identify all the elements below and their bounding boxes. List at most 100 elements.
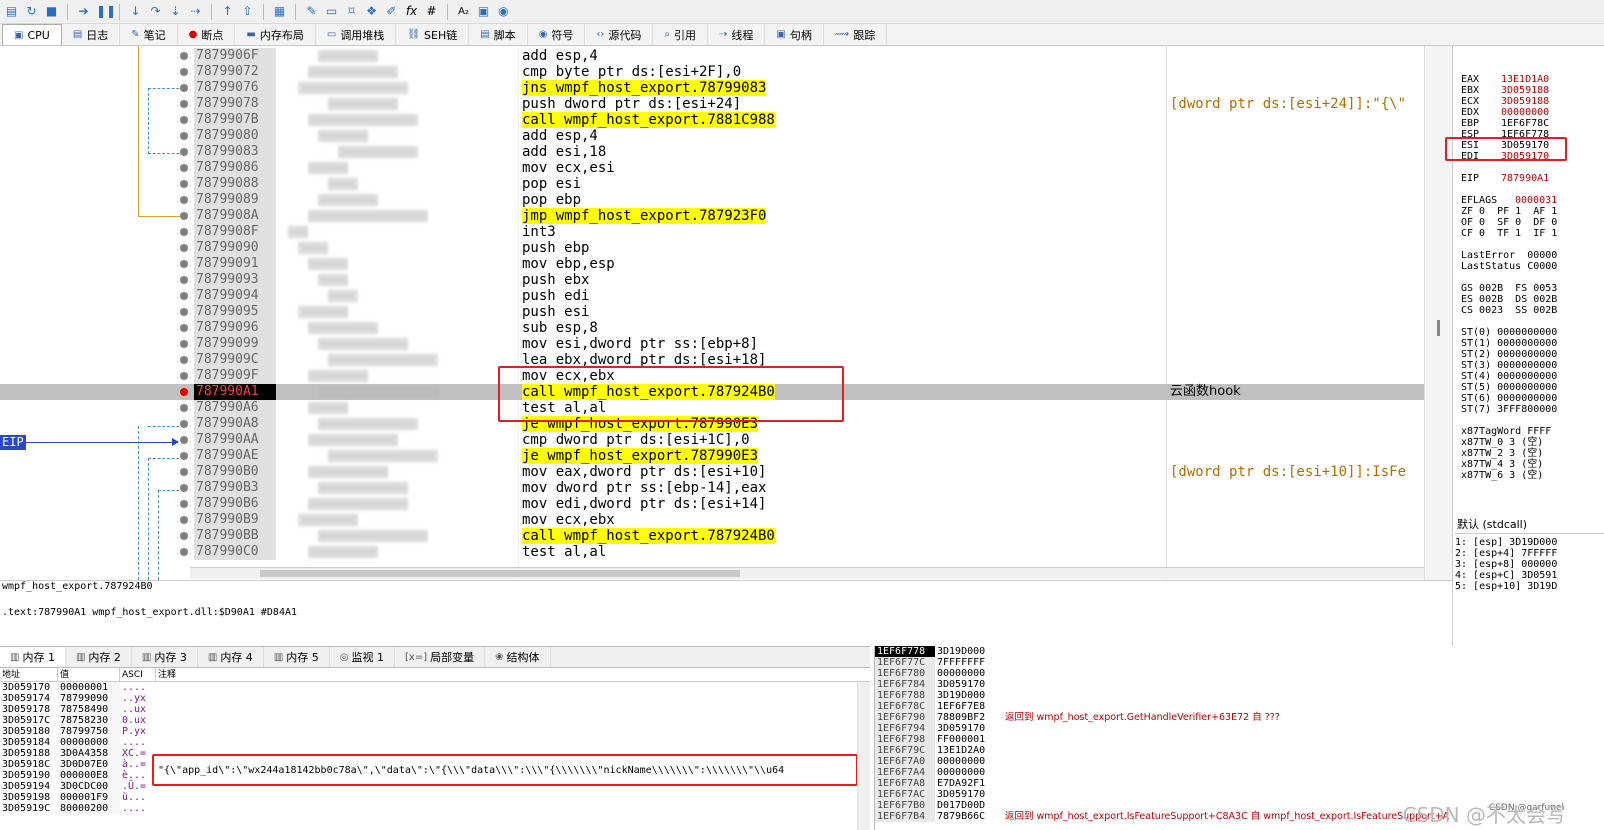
x87-tag-row[interactable]: x87TW_4 3 (空) [1461, 459, 1604, 470]
breakpoint-dot-icon[interactable] [180, 132, 188, 140]
disasm-row[interactable]: 7879907B call wmpf_host_export.7881C988 [0, 112, 1452, 128]
breakpoint-dot-icon[interactable] [180, 52, 188, 60]
breakpoint-dot-icon[interactable] [180, 372, 188, 380]
tab-breakpoint[interactable]: ● 断点 [178, 24, 236, 45]
disasm-row[interactable]: 78799091 mov ebp,esp [0, 256, 1452, 272]
breakpoint-dot-icon[interactable] [180, 420, 188, 428]
horizontal-scrollbar-thumb[interactable] [260, 570, 740, 577]
x87-tag-row[interactable]: x87TW_0 3 (空) [1461, 437, 1604, 448]
disasm-row[interactable]: 78799078 push dword ptr ds:[esi+24] [dword… [0, 96, 1452, 112]
x87-tag-row[interactable]: x87TW_6 3 (空) [1461, 470, 1604, 481]
fpu-register[interactable]: ST(7) 3FFF800000 [1461, 404, 1604, 415]
call-arg-row[interactable]: 5: [esp+10] 3D19D [1455, 581, 1604, 592]
disasm-row[interactable]: 787990C0 test al,al [0, 544, 1452, 560]
dump-tab[interactable]: [x=] 局部变量 [395, 647, 486, 667]
breakpoint-dot-icon[interactable] [180, 516, 188, 524]
segment-row[interactable]: ES 002B DS 002B [1461, 294, 1604, 305]
flags-row[interactable]: ZF 0 PF 1 AF 1 [1461, 206, 1604, 217]
stack-row[interactable]: 1EF6F778 3D19D000 [875, 646, 1604, 657]
disasm-row[interactable]: 78799096 sub esp,8 [0, 320, 1452, 336]
stack-row[interactable]: 1EF6F7A8 E7DA92F1 [875, 778, 1604, 789]
trace-over-icon[interactable]: ⇢ [188, 4, 203, 19]
calculator-icon[interactable]: ▣ [476, 4, 491, 19]
disasm-row[interactable]: 78799086 mov ecx,esi [0, 160, 1452, 176]
call-arg-row[interactable]: 2: [esp+4] 7FFFFF [1455, 548, 1604, 559]
disasm-row[interactable]: 787990BB call wmpf_host_export.787924B0 [0, 528, 1452, 544]
flags-row[interactable]: CF 0 TF 1 IF 1 [1461, 228, 1604, 239]
breakpoint-icon[interactable] [180, 388, 188, 396]
register-eflags[interactable]: EFLAGS 0000031 [1461, 195, 1604, 206]
disasm-row[interactable]: 78799080 add esp,4 [0, 128, 1452, 144]
breakpoint-dot-icon[interactable] [180, 356, 188, 364]
breakpoint-dot-icon[interactable] [180, 436, 188, 444]
dump-row[interactable]: 3D059180 78799750 P.yx [0, 726, 870, 737]
disasm-row[interactable]: 78799090 push ebp [0, 240, 1452, 256]
dump-header-ascii[interactable]: ASCI [120, 668, 156, 681]
stack-row[interactable]: 1EF6F7A0 00000000 [875, 756, 1604, 767]
dump-tab[interactable]: ◎ 监视 1 [330, 647, 395, 667]
disasm-row[interactable]: 787990B9 mov ecx,ebx [0, 512, 1452, 528]
dump-row[interactable]: 3D059198 000001F9 ù... [0, 792, 870, 803]
dump-vertical-scrollbar[interactable] [857, 682, 870, 830]
disasm-row[interactable]: 78799072 cmp byte ptr ds:[esi+2F],0 [0, 64, 1452, 80]
scylla-icon[interactable]: ▦ [272, 4, 287, 19]
breakpoint-dot-icon[interactable] [180, 532, 188, 540]
bookmark-icon[interactable]: ❖ [364, 4, 379, 19]
dump-header-address[interactable]: 地址 [0, 668, 58, 681]
run-to-user-code-icon[interactable]: ⇧ [240, 4, 255, 19]
disasm-row[interactable]: 78799083 add esi,18 [0, 144, 1452, 160]
dump-row[interactable]: 3D059174 78799090 ..yx [0, 693, 870, 704]
hash-icon[interactable]: # [424, 4, 439, 19]
disasm-row[interactable]: 78799076 jns wmpf_host_export.78799083 [0, 80, 1452, 96]
breakpoint-dot-icon[interactable] [180, 68, 188, 76]
dump-tab[interactable]: ▥ 内存 3 [132, 647, 198, 667]
disasm-row[interactable]: 787990AE je wmpf_host_export.787990E3 [0, 448, 1452, 464]
fpu-register[interactable]: ST(5) 0000000000 [1461, 382, 1604, 393]
step-into-icon[interactable]: ↓ [128, 4, 143, 19]
disasm-row[interactable]: 78799093 push ebx [0, 272, 1452, 288]
label-icon[interactable]: ⌑ [344, 4, 359, 19]
fpu-register[interactable]: ST(0) 0000000000 [1461, 327, 1604, 338]
breakpoint-dot-icon[interactable] [180, 468, 188, 476]
breakpoint-dot-icon[interactable] [180, 260, 188, 268]
stack-row[interactable]: 1EF6F788 3D19D000 [875, 690, 1604, 701]
tab-references[interactable]: ⌕ 引用 [653, 24, 709, 45]
stack-row[interactable]: 1EF6F798 FF000001 [875, 734, 1604, 745]
tab-seh[interactable]: ⛓ SEH链 [396, 24, 470, 45]
breakpoint-dot-icon[interactable] [180, 340, 188, 348]
disasm-row[interactable]: 78799099 mov esi,dword ptr ss:[ebp+8] [0, 336, 1452, 352]
comment-icon[interactable]: ▭ [324, 4, 339, 19]
stack-row[interactable]: 1EF6F77C 7FFFFFFF [875, 657, 1604, 668]
disassembly-view[interactable]: EIP 7879906F add esp,4 78799072 cmp byte pt… [0, 46, 1452, 580]
pause-icon[interactable]: ❚❚ [96, 4, 116, 19]
fpu-register[interactable]: ST(6) 0000000000 [1461, 393, 1604, 404]
dump-header-comment[interactable]: 注释 [156, 668, 846, 681]
register-edx[interactable]: EDX 00000000 [1461, 107, 1604, 118]
breakpoint-dot-icon[interactable] [180, 548, 188, 556]
stack-row[interactable]: 1EF6F7A4 00000000 [875, 767, 1604, 778]
disasm-row[interactable]: 787990AA cmp dword ptr ds:[esi+1C],0 [0, 432, 1452, 448]
dump-tab[interactable]: ❀ 结构体 [485, 647, 551, 667]
trace-into-icon[interactable]: ⇣ [168, 4, 183, 19]
dump-tab[interactable]: ▥ 内存 2 [66, 647, 132, 667]
fpu-register[interactable]: ST(3) 0000000000 [1461, 360, 1604, 371]
last-error[interactable]: LastError 00000 [1461, 250, 1604, 261]
breakpoint-dot-icon[interactable] [180, 180, 188, 188]
tab-threads[interactable]: ⇢ 线程 [708, 24, 766, 45]
disassembly-vertical-scrollbar[interactable] [1424, 46, 1452, 580]
breakpoint-dot-icon[interactable] [180, 292, 188, 300]
execute-till-return-icon[interactable]: ↑ [220, 4, 235, 19]
disasm-row[interactable]: 7879906F add esp,4 [0, 48, 1452, 64]
stack-row[interactable]: 1EF6F784 3D059170 [875, 679, 1604, 690]
breakpoint-dot-icon[interactable] [180, 116, 188, 124]
tab-source[interactable]: ‹› 源代码 [585, 24, 654, 45]
disasm-row[interactable]: 78799094 push edi [0, 288, 1452, 304]
disasm-row[interactable]: 787990B6 mov edi,dword ptr ds:[esi+14] [0, 496, 1452, 512]
stack-row[interactable]: 1EF6F78C 1EF6F7E8 [875, 701, 1604, 712]
dump-row[interactable]: 3D05919C 80000200.... [0, 803, 870, 814]
tab-notes[interactable]: ✎ 笔记 [120, 24, 178, 45]
breakpoint-dot-icon[interactable] [180, 148, 188, 156]
open-icon[interactable]: ▤ [4, 4, 19, 19]
dump-header-value[interactable]: 值 [58, 668, 120, 681]
dump-tab[interactable]: ▥ 内存 4 [198, 647, 264, 667]
